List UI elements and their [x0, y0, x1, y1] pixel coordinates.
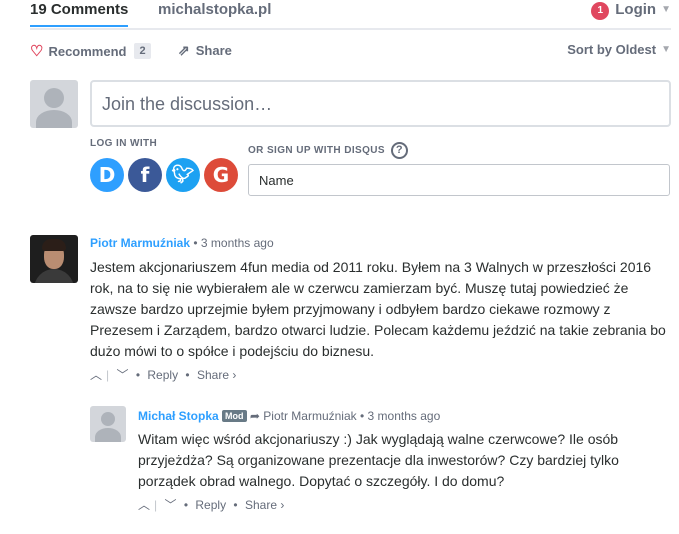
- in-reply-to[interactable]: Piotr Marmuźniak: [263, 409, 356, 423]
- chevron-down-icon: ▼: [661, 44, 671, 55]
- reply-button[interactable]: Reply: [195, 498, 226, 512]
- comment-share-button[interactable]: Share ›: [245, 498, 284, 512]
- tab-comments-count[interactable]: 19 Comments: [30, 1, 129, 27]
- comment-text: Jestem akcjonariuszem 4fun media od 2011…: [90, 259, 666, 359]
- share-icon: ⇗: [178, 42, 190, 58]
- upvote-icon[interactable]: ︿: [90, 368, 102, 382]
- recommend-count: 2: [134, 43, 151, 59]
- comment-author[interactable]: Piotr Marmuźniak: [90, 236, 190, 250]
- social-login-buttons: D f 🐦︎ G: [90, 158, 242, 192]
- comment-share-button[interactable]: Share ›: [197, 368, 236, 382]
- comment-time[interactable]: 3 months ago: [368, 409, 441, 423]
- chevron-down-icon: ▼: [661, 4, 671, 15]
- discussion-toolbar: ♡ Recommend 2 ⇗ Share Sort by Oldest ▼: [30, 42, 671, 64]
- login-with-label: LOG IN WITH: [90, 138, 158, 149]
- commenter-avatar[interactable]: [30, 235, 78, 283]
- reply-arrow-icon: ➦: [249, 409, 260, 423]
- separator-dot: •: [185, 368, 190, 382]
- login-label: Login: [615, 1, 657, 18]
- top-nav: 19 Comments michalstopka.pl 1 Login ▼: [30, 0, 671, 30]
- sort-label: Sort by Oldest: [567, 42, 657, 57]
- recommend-label: Recommend: [48, 43, 127, 59]
- disqus-login-icon[interactable]: D: [90, 158, 124, 192]
- comment-item: Michał Stopka Mod ➦ Piotr Marmuźniak • 3…: [138, 409, 672, 513]
- comment-text: Witam więc wśród akcjonariuszy :) Jak wy…: [138, 431, 619, 489]
- user-avatar: [30, 80, 78, 128]
- separator-dot: •: [183, 498, 189, 512]
- mod-badge: Mod: [222, 410, 247, 422]
- heart-icon: ♡: [30, 43, 44, 60]
- notification-badge[interactable]: 1: [591, 2, 610, 20]
- login-menu[interactable]: 1 Login ▼: [591, 1, 671, 20]
- separator-dot: •: [193, 236, 201, 250]
- comment-time[interactable]: 3 months ago: [201, 236, 274, 250]
- help-icon[interactable]: ?: [390, 142, 408, 159]
- comment-header: Piotr Marmuźniak • 3 months ago: [90, 236, 672, 250]
- comment-actions: ︿ | ﹀ • Reply • Share ›: [138, 498, 285, 512]
- upvote-icon[interactable]: ︿: [138, 498, 150, 512]
- comment-header: Michał Stopka Mod ➦ Piotr Marmuźniak • 3…: [138, 409, 672, 423]
- google-login-icon[interactable]: G: [204, 158, 238, 192]
- reply-button[interactable]: Reply: [147, 368, 178, 382]
- downvote-icon[interactable]: ﹀: [116, 368, 128, 382]
- recommend-button[interactable]: ♡ Recommend 2: [30, 42, 151, 60]
- tab-site[interactable]: michalstopka.pl: [158, 1, 271, 18]
- separator-dot: •: [135, 368, 141, 382]
- separator-dot: •: [233, 498, 238, 512]
- comment-textbox[interactable]: Join the discussion…: [90, 80, 671, 127]
- downvote-icon[interactable]: ﹀: [164, 498, 176, 512]
- facebook-login-icon[interactable]: f: [128, 158, 162, 192]
- share-label: Share: [195, 43, 232, 58]
- commenter-avatar[interactable]: [90, 406, 126, 442]
- comment-actions: ︿ | ﹀ • Reply • Share ›: [90, 368, 237, 382]
- name-input[interactable]: [248, 164, 670, 196]
- sort-dropdown[interactable]: Sort by Oldest ▼: [567, 42, 671, 57]
- twitter-login-icon[interactable]: 🐦︎: [166, 158, 200, 192]
- signup-with-text: OR SIGN UP WITH DISQUS: [248, 145, 385, 156]
- separator-dot: •: [359, 409, 368, 423]
- comment-item: Piotr Marmuźniak • 3 months ago Jestem a…: [90, 236, 672, 383]
- comment-author[interactable]: Michał Stopka: [138, 409, 219, 423]
- share-button[interactable]: ⇗ Share: [178, 42, 232, 59]
- signup-with-label: OR SIGN UP WITH DISQUS ?: [248, 142, 408, 159]
